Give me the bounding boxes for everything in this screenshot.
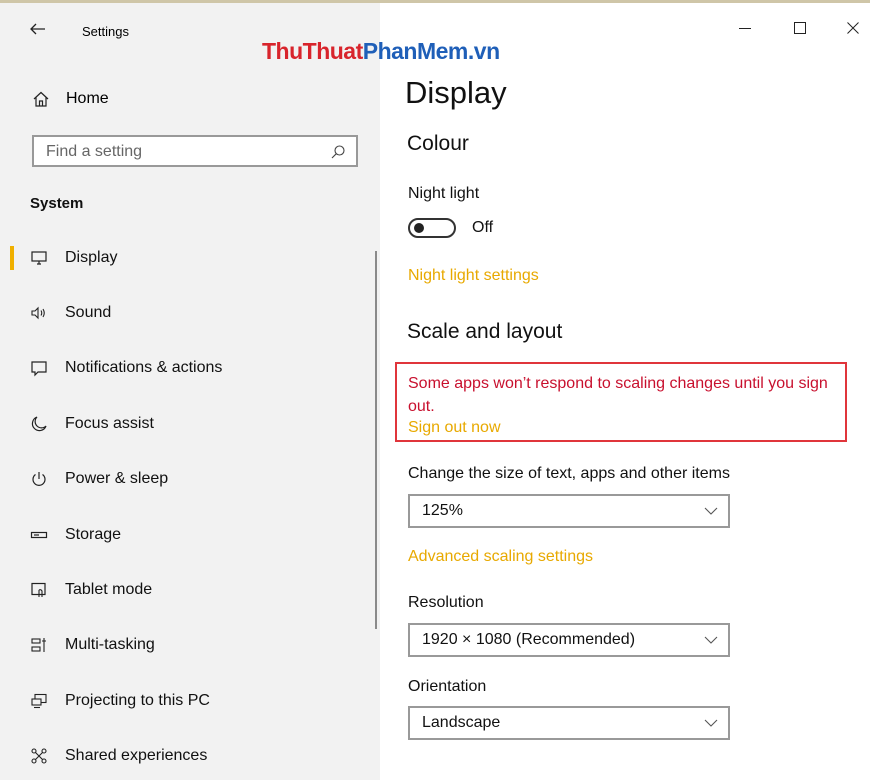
shared-experiences-icon — [31, 748, 47, 764]
search-input[interactable] — [44, 141, 328, 163]
sidebar-item-notifications[interactable]: Notifications & actions — [0, 348, 370, 388]
size-label: Change the size of text, apps and other … — [408, 465, 730, 482]
advanced-scaling-link[interactable]: Advanced scaling settings — [408, 548, 593, 566]
monitor-icon — [31, 251, 47, 265]
orientation-dropdown[interactable]: Landscape — [408, 706, 730, 740]
toggle-knob — [414, 223, 424, 233]
sidebar-item-multitasking[interactable]: Multi-tasking — [0, 625, 370, 665]
scaling-warning-text: Some apps won’t respond to scaling chang… — [408, 375, 828, 415]
maximize-icon[interactable] — [792, 20, 808, 36]
tablet-mode-icon — [31, 582, 46, 597]
minimize-icon[interactable] — [737, 20, 753, 36]
moon-icon — [31, 416, 47, 432]
night-light-settings-link[interactable]: Night light settings — [408, 267, 539, 285]
home-link[interactable]: Home — [32, 87, 109, 111]
sidebar-item-tablet-mode[interactable]: Tablet mode — [0, 570, 370, 610]
sidebar-item-power-sleep[interactable]: Power & sleep — [0, 459, 370, 499]
chevron-down-icon — [704, 507, 718, 515]
sidebar-item-label: Sound — [65, 304, 112, 321]
orientation-label: Orientation — [408, 678, 487, 695]
back-arrow-icon[interactable] — [28, 19, 48, 39]
close-icon[interactable] — [845, 20, 861, 36]
multitasking-icon — [31, 638, 46, 652]
night-light-state: Off — [472, 219, 494, 236]
storage-icon — [30, 531, 48, 539]
orientation-value: Landscape — [422, 714, 501, 731]
sidebar-scrollbar[interactable] — [375, 251, 377, 629]
sign-out-link[interactable]: Sign out now — [408, 419, 501, 437]
sidebar-item-label: Storage — [65, 526, 122, 543]
sidebar-item-label: Display — [65, 249, 118, 266]
size-value: 125% — [422, 502, 463, 519]
chevron-down-icon — [704, 719, 718, 727]
scale-layout-heading: Scale and layout — [407, 320, 563, 343]
chevron-down-icon — [704, 636, 718, 644]
sidebar-item-label: Shared experiences — [65, 747, 208, 764]
resolution-value: 1920 × 1080 (Recommended) — [422, 631, 636, 648]
app-title: Settings — [82, 24, 129, 39]
watermark-part-2: PhanMem.vn — [362, 38, 500, 64]
search-icon[interactable] — [330, 144, 346, 160]
sidebar: Settings Home System Display Sound — [0, 3, 380, 780]
resolution-dropdown[interactable]: 1920 × 1080 (Recommended) — [408, 623, 730, 657]
watermark-part-1: ThuThuat — [262, 38, 363, 64]
night-light-toggle[interactable] — [408, 218, 456, 238]
watermark-logo: ThuThuatPhanMem.vn — [262, 38, 500, 65]
section-heading-system: System — [30, 195, 84, 212]
home-icon — [33, 91, 49, 107]
sidebar-item-storage[interactable]: Storage — [0, 515, 370, 555]
projecting-icon — [31, 693, 47, 709]
sidebar-item-label: Projecting to this PC — [65, 692, 210, 709]
sidebar-item-display[interactable]: Display — [0, 238, 370, 278]
sidebar-item-focus-assist[interactable]: Focus assist — [0, 404, 370, 444]
sidebar-item-shared-experiences[interactable]: Shared experiences — [0, 736, 370, 776]
sidebar-item-label: Focus assist — [65, 415, 154, 432]
colour-heading: Colour — [407, 132, 469, 155]
home-label: Home — [66, 90, 109, 107]
night-light-label: Night light — [408, 185, 480, 202]
search-box[interactable] — [32, 135, 358, 167]
sidebar-item-label: Multi-tasking — [65, 636, 155, 653]
scaling-warning: Some apps won’t respond to scaling chang… — [408, 372, 838, 418]
speaker-icon — [31, 306, 45, 320]
page-title: Display — [405, 75, 507, 110]
size-dropdown[interactable]: 125% — [408, 494, 730, 528]
power-icon — [32, 472, 46, 486]
sidebar-item-projecting[interactable]: Projecting to this PC — [0, 681, 370, 721]
resolution-label: Resolution — [408, 594, 484, 611]
sidebar-item-sound[interactable]: Sound — [0, 293, 370, 333]
sidebar-item-label: Tablet mode — [65, 581, 153, 598]
sidebar-item-label: Notifications & actions — [65, 359, 223, 376]
notification-icon — [31, 361, 47, 377]
sidebar-item-label: Power & sleep — [65, 470, 169, 487]
